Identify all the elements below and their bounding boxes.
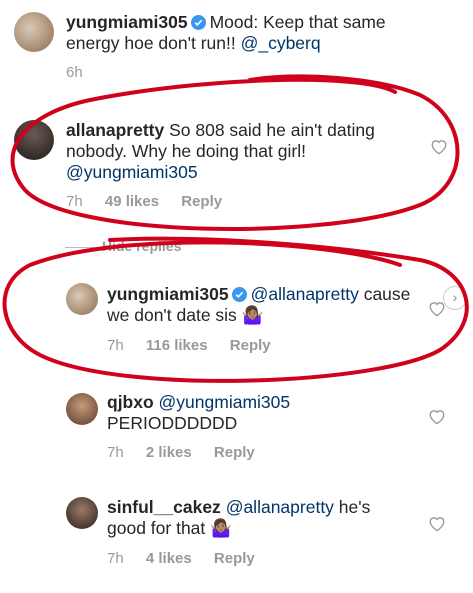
timestamp: 7h <box>107 337 124 354</box>
comment-meta: 7h 116 likes Reply <box>107 337 289 354</box>
username[interactable]: sinful__cakez <box>107 497 221 517</box>
timestamp: 6h <box>66 64 83 81</box>
avatar[interactable] <box>14 12 54 52</box>
username[interactable]: yungmiami305 <box>107 284 229 304</box>
verified-icon <box>231 287 247 302</box>
comment-body: PERIODDDDDD <box>107 413 238 433</box>
heart-icon[interactable] <box>428 408 446 425</box>
mention-link[interactable]: @allanapretty <box>226 497 334 517</box>
comment-text: yungmiami305 @allanapretty cause we don't… <box>107 284 437 326</box>
timestamp: 7h <box>107 444 124 461</box>
mention-link[interactable]: @yungmiami305 <box>159 392 291 412</box>
likes-count[interactable]: 49 likes <box>105 193 159 210</box>
reply-button[interactable]: Reply <box>181 193 222 210</box>
username[interactable]: qjbxo <box>107 392 154 412</box>
reply-button[interactable]: Reply <box>214 550 255 567</box>
comment-text: sinful__cakez @allanapretty he's good fo… <box>107 497 407 539</box>
avatar[interactable] <box>66 283 98 315</box>
likes-count[interactable]: 116 likes <box>146 337 208 354</box>
mention-link[interactable]: @yungmiami305 <box>66 162 198 182</box>
comment-text: allanapretty So 808 said he ain't dating… <box>66 120 401 183</box>
comment-text: yungmiami305 Mood: Keep that same energy … <box>66 12 436 54</box>
reply-button[interactable]: Reply <box>230 337 271 354</box>
username[interactable]: yungmiami305 <box>66 12 188 32</box>
mention-link[interactable]: @allanapretty <box>251 284 359 304</box>
likes-count[interactable]: 4 likes <box>146 550 192 567</box>
hide-replies-button[interactable]: Hide replies <box>102 238 181 254</box>
verified-icon <box>190 15 206 30</box>
comment-meta: 7h 2 likes Reply <box>107 444 273 461</box>
likes-count[interactable]: 2 likes <box>146 444 192 461</box>
timestamp: 7h <box>66 193 83 210</box>
heart-icon[interactable] <box>430 138 448 155</box>
username[interactable]: allanapretty <box>66 120 164 140</box>
comment-meta: 7h 49 likes Reply <box>66 193 240 210</box>
avatar[interactable] <box>14 120 54 160</box>
heart-icon[interactable] <box>428 515 446 532</box>
comment-meta: 7h 4 likes Reply <box>107 550 273 567</box>
timestamp: 7h <box>107 550 124 567</box>
avatar[interactable] <box>66 497 98 529</box>
avatar[interactable] <box>66 393 98 425</box>
chevron-right-icon[interactable]: › <box>443 286 467 310</box>
comment-text: qjbxo @yungmiami305 PERIODDDDDD <box>107 392 427 434</box>
mention-link[interactable]: @_cyberq <box>241 33 321 53</box>
reply-button[interactable]: Reply <box>214 444 255 461</box>
hide-replies-line <box>65 247 95 248</box>
comment-meta: 6h <box>66 64 101 81</box>
